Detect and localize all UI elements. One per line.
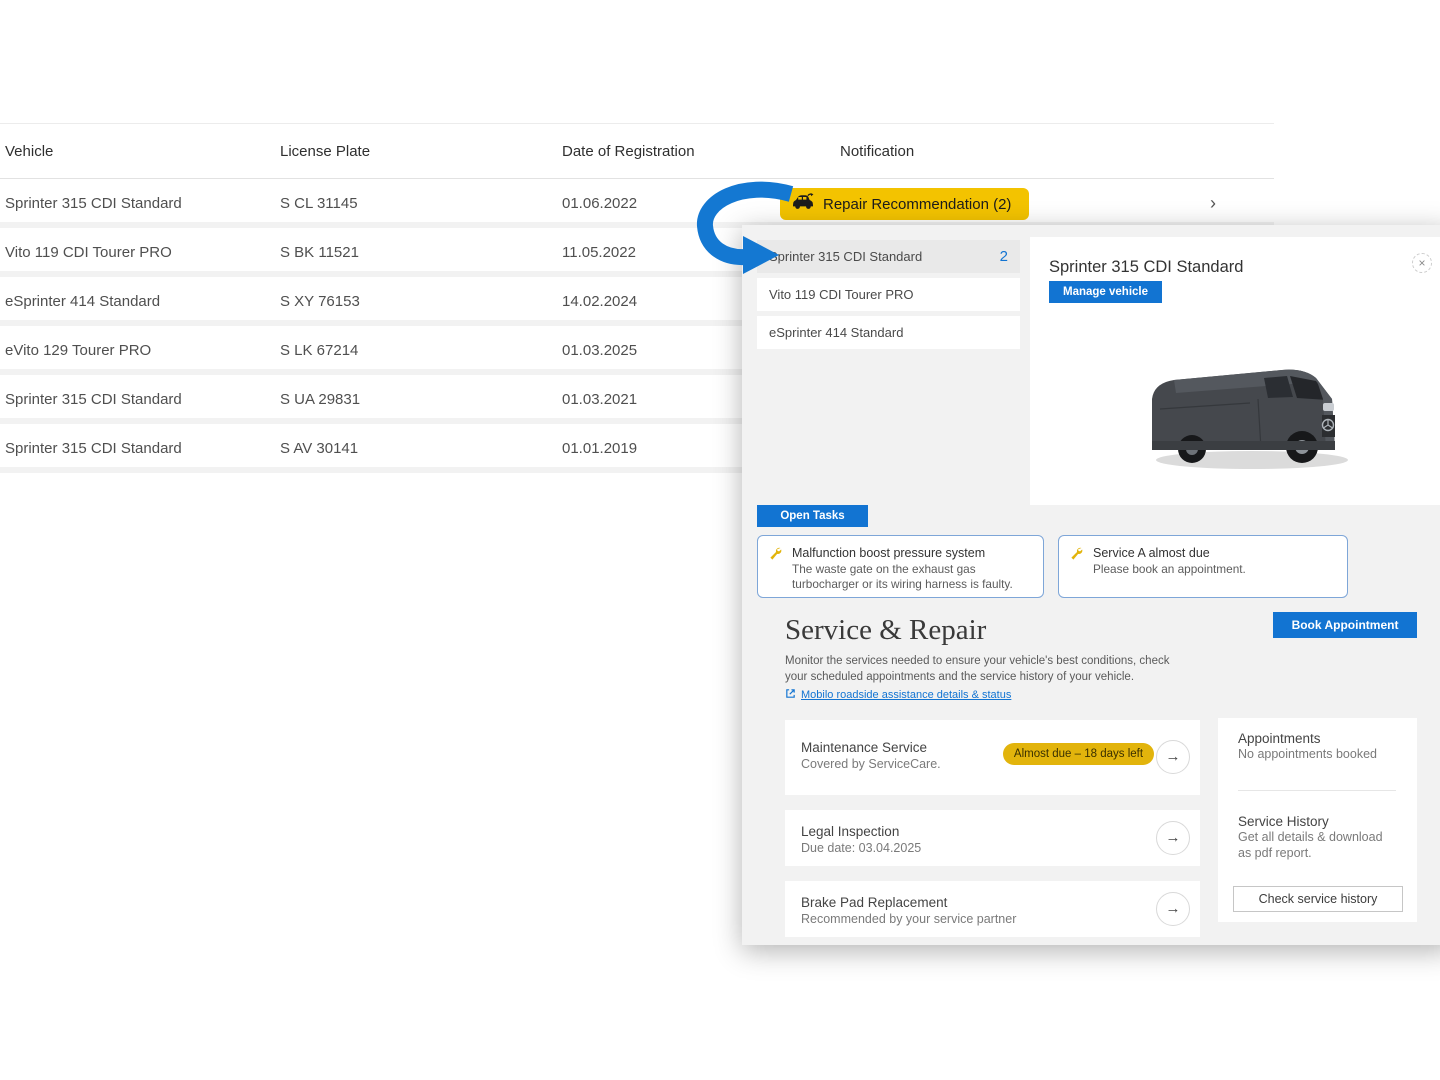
popup-vehicle-item-esprinter-414[interactable]: eSprinter 414 Standard xyxy=(757,316,1020,349)
notification-count-badge: 2 xyxy=(1000,248,1008,265)
popup-vehicle-list: Sprinter 315 CDI Standard 2 Vito 119 CDI… xyxy=(757,240,1020,354)
service-repair-description: Monitor the services needed to ensure yo… xyxy=(785,653,1177,685)
service-card-subtitle: Due date: 03.04.2025 xyxy=(801,841,921,855)
popup-vehicle-label: eSprinter 414 Standard xyxy=(769,325,903,340)
service-card-title: Legal Inspection xyxy=(801,824,899,839)
registration-date: 01.03.2021 xyxy=(562,375,637,424)
vehicle-name: Sprinter 315 CDI Standard xyxy=(5,179,182,228)
table-row[interactable]: Sprinter 315 CDI Standard S CL 31145 01.… xyxy=(0,179,1274,228)
license-plate: S CL 31145 xyxy=(280,179,358,228)
appointments-title: Appointments xyxy=(1238,731,1398,746)
repair-recommendation-button[interactable]: Repair Recommendation (2) xyxy=(780,188,1029,220)
arrow-right-icon[interactable]: → xyxy=(1156,892,1190,926)
service-wrench-icon xyxy=(769,547,782,565)
header-vehicle: Vehicle xyxy=(5,124,53,179)
vehicle-image xyxy=(1130,337,1370,482)
open-tasks-tab[interactable]: Open Tasks xyxy=(757,505,868,527)
legal-inspection-card[interactable]: Legal Inspection Due date: 03.04.2025 → xyxy=(785,810,1200,866)
registration-date: 14.02.2024 xyxy=(562,277,637,326)
task-description: The waste gate on the exhaust gas turboc… xyxy=(792,562,1033,592)
service-wrench-icon xyxy=(1070,547,1083,565)
car-service-icon xyxy=(792,193,814,215)
vehicle-name: Sprinter 315 CDI Standard xyxy=(5,375,182,424)
divider xyxy=(1238,790,1396,791)
mobilo-assistance-link[interactable]: Mobilo roadside assistance details & sta… xyxy=(785,688,1011,702)
chevron-right-icon[interactable]: › xyxy=(1210,193,1224,213)
arrow-right-icon[interactable]: → xyxy=(1156,821,1190,855)
task-card-malfunction[interactable]: Malfunction boost pressure system The wa… xyxy=(757,535,1044,598)
popup-vehicle-label: Sprinter 315 CDI Standard xyxy=(769,249,922,264)
vehicle-name: eSprinter 414 Standard xyxy=(5,277,160,326)
task-description: Please book an appointment. xyxy=(1093,562,1337,577)
license-plate: S XY 76153 xyxy=(280,277,360,326)
license-plate: S BK 11521 xyxy=(280,228,359,277)
external-link-icon xyxy=(785,688,796,702)
task-title: Malfunction boost pressure system xyxy=(792,546,1033,560)
header-license-plate: License Plate xyxy=(280,124,370,179)
brake-pad-replacement-card[interactable]: Brake Pad Replacement Recommended by you… xyxy=(785,881,1200,937)
license-plate: S UA 29831 xyxy=(280,375,360,424)
registration-date: 01.03.2025 xyxy=(562,326,637,375)
registration-date: 11.05.2022 xyxy=(562,228,636,277)
repair-recommendation-popup: Sprinter 315 CDI Standard 2 Vito 119 CDI… xyxy=(742,225,1440,945)
license-plate: S LK 67214 xyxy=(280,326,358,375)
maintenance-service-card[interactable]: Maintenance Service Covered by ServiceCa… xyxy=(785,720,1200,795)
registration-date: 01.01.2019 xyxy=(562,424,637,473)
appointments-subtitle: No appointments booked xyxy=(1238,746,1398,762)
popup-vehicle-label: Vito 119 CDI Tourer PRO xyxy=(769,287,914,302)
service-card-subtitle: Covered by ServiceCare. xyxy=(801,757,941,771)
vehicle-name: Sprinter 315 CDI Standard xyxy=(5,424,182,473)
header-notification: Notification xyxy=(840,124,914,179)
task-title: Service A almost due xyxy=(1093,546,1337,560)
manage-vehicle-button[interactable]: Manage vehicle xyxy=(1049,281,1162,303)
service-history-title: Service History xyxy=(1238,814,1393,829)
service-card-title: Maintenance Service xyxy=(801,740,927,755)
popup-vehicle-item-sprinter-315[interactable]: Sprinter 315 CDI Standard 2 xyxy=(757,240,1020,273)
mobilo-link-label: Mobilo roadside assistance details & sta… xyxy=(801,689,1011,701)
service-card-subtitle: Recommended by your service partner xyxy=(801,912,1016,926)
service-card-title: Brake Pad Replacement xyxy=(801,895,947,910)
registration-date: 01.06.2022 xyxy=(562,179,637,228)
appointments-history-card: Appointments No appointments booked Serv… xyxy=(1218,718,1417,922)
close-icon[interactable]: × xyxy=(1412,253,1432,273)
service-history-subtitle: Get all details & download as pdf report… xyxy=(1238,829,1393,861)
arrow-right-icon[interactable]: → xyxy=(1156,740,1190,774)
service-repair-heading: Service & Repair xyxy=(785,614,986,647)
book-appointment-button[interactable]: Book Appointment xyxy=(1273,612,1417,638)
vehicle-name: Vito 119 CDI Tourer PRO xyxy=(5,228,172,277)
almost-due-badge: Almost due – 18 days left xyxy=(1003,743,1154,765)
vehicle-detail-card: Sprinter 315 CDI Standard × Manage vehic… xyxy=(1030,237,1440,505)
popup-vehicle-item-vito-119[interactable]: Vito 119 CDI Tourer PRO xyxy=(757,278,1020,311)
header-date-of-registration: Date of Registration xyxy=(562,124,695,179)
license-plate: S AV 30141 xyxy=(280,424,358,473)
vehicle-name: eVito 129 Tourer PRO xyxy=(5,326,151,375)
task-card-service-a[interactable]: Service A almost due Please book an appo… xyxy=(1058,535,1348,598)
table-header-row: Vehicle License Plate Date of Registrati… xyxy=(0,124,1274,179)
check-service-history-button[interactable]: Check service history xyxy=(1233,886,1403,912)
repair-recommendation-label: Repair Recommendation (2) xyxy=(823,196,1011,213)
vehicle-detail-title: Sprinter 315 CDI Standard xyxy=(1049,258,1243,277)
